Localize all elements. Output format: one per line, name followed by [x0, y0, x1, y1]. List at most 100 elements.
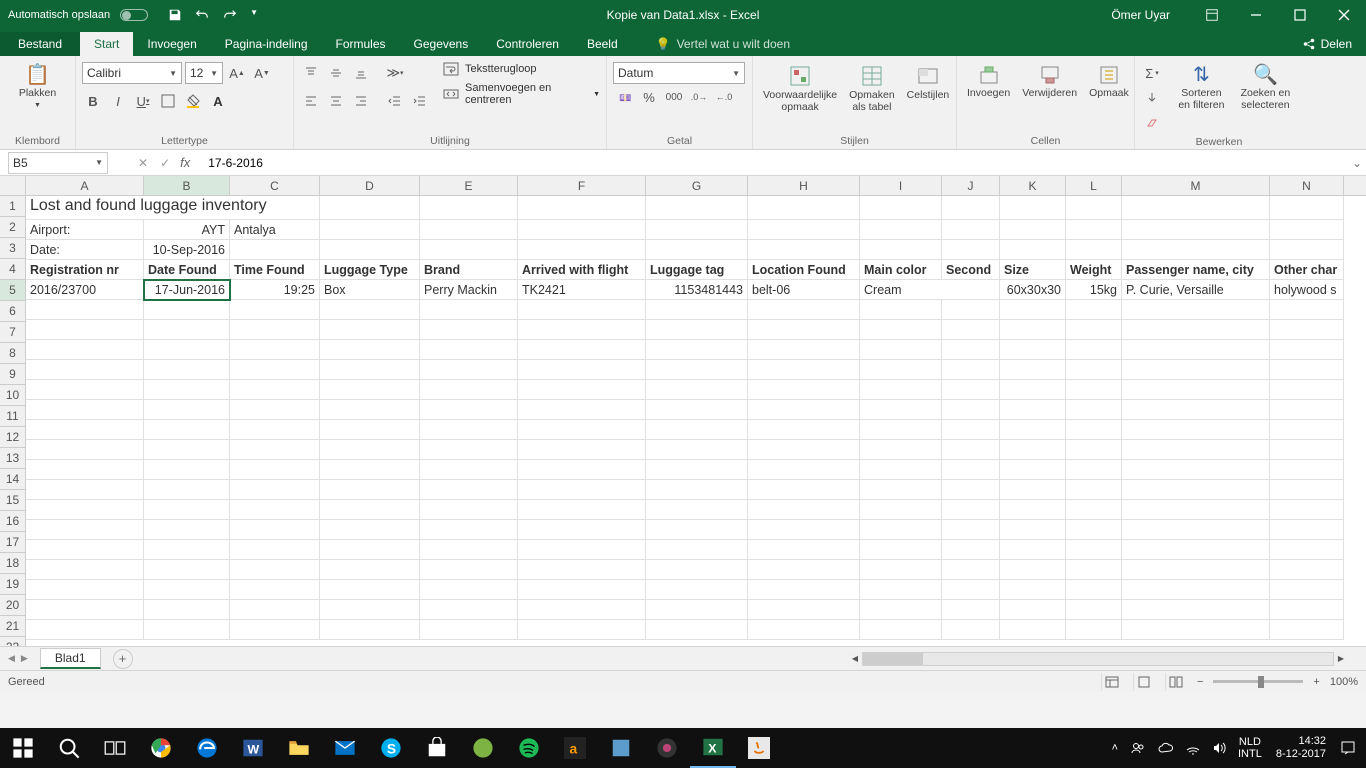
taskbar-app3[interactable] [644, 728, 690, 768]
taskbar-mail[interactable] [322, 728, 368, 768]
tell-me-search[interactable]: 💡 Vertel wat u wilt doen [642, 32, 804, 56]
cell[interactable] [1270, 500, 1344, 520]
cell[interactable]: 15kg [1066, 280, 1122, 300]
cell[interactable] [860, 540, 942, 560]
cell[interactable] [518, 560, 646, 580]
cell[interactable] [1066, 300, 1122, 320]
formula-input[interactable] [202, 156, 1348, 170]
cell[interactable] [26, 480, 144, 500]
cell[interactable] [1066, 340, 1122, 360]
cell[interactable] [646, 320, 748, 340]
cell[interactable] [1122, 600, 1270, 620]
undo-icon[interactable] [194, 8, 210, 22]
italic-button[interactable]: I [107, 90, 129, 112]
tray-onedrive-icon[interactable] [1152, 742, 1180, 754]
cell[interactable] [1066, 460, 1122, 480]
cell[interactable] [320, 460, 420, 480]
cell[interactable]: P. Curie, Versaille [1122, 280, 1270, 300]
cell[interactable]: Date Found [144, 260, 230, 280]
cell[interactable] [230, 440, 320, 460]
cell[interactable] [230, 300, 320, 320]
fx-icon[interactable]: fx [180, 155, 190, 170]
cell[interactable] [420, 520, 518, 540]
cell[interactable] [860, 240, 942, 260]
cell[interactable] [1270, 460, 1344, 480]
cell[interactable] [518, 300, 646, 320]
cell[interactable] [420, 540, 518, 560]
cell[interactable] [1000, 240, 1066, 260]
minimize-button[interactable] [1234, 0, 1278, 30]
cell[interactable] [144, 500, 230, 520]
cell[interactable] [1122, 300, 1270, 320]
row-header[interactable]: 22 [0, 637, 25, 646]
cell[interactable] [860, 500, 942, 520]
cell[interactable] [518, 320, 646, 340]
cell[interactable]: TK2421 [518, 280, 646, 300]
cell[interactable] [1066, 440, 1122, 460]
cell[interactable]: Airport: [26, 220, 144, 240]
cell[interactable] [1066, 480, 1122, 500]
cell[interactable] [1122, 440, 1270, 460]
page-break-view-button[interactable] [1165, 673, 1187, 691]
cell[interactable] [1000, 360, 1066, 380]
cell[interactable] [748, 420, 860, 440]
cell[interactable] [646, 340, 748, 360]
cell[interactable] [518, 240, 646, 260]
taskbar-chrome[interactable] [138, 728, 184, 768]
row-header[interactable]: 6 [0, 301, 25, 322]
cell[interactable] [942, 220, 1000, 240]
font-size-combo[interactable]: 12▼ [185, 62, 223, 84]
cell[interactable] [860, 460, 942, 480]
cell[interactable] [1122, 380, 1270, 400]
cell[interactable] [646, 240, 748, 260]
fill-button[interactable] [1141, 87, 1163, 109]
column-headers[interactable]: ABCDEFGHIJKLMN [26, 176, 1366, 196]
cell[interactable] [1000, 380, 1066, 400]
cell[interactable] [518, 520, 646, 540]
cell[interactable] [1000, 500, 1066, 520]
cell[interactable] [1122, 460, 1270, 480]
cell[interactable]: belt-06 [748, 280, 860, 300]
cell[interactable] [942, 540, 1000, 560]
redo-icon[interactable] [222, 8, 238, 22]
cell[interactable] [320, 240, 420, 260]
orientation-button[interactable]: ≫▾ [384, 62, 406, 84]
cell[interactable]: Arrived with flight [518, 260, 646, 280]
cell[interactable] [748, 520, 860, 540]
column-header[interactable]: M [1122, 176, 1270, 195]
align-top-button[interactable] [300, 62, 322, 84]
cell[interactable] [26, 520, 144, 540]
cell[interactable] [144, 400, 230, 420]
tab-review[interactable]: Controleren [482, 32, 573, 56]
cell[interactable] [518, 196, 646, 220]
cell[interactable]: Date: [26, 240, 144, 260]
cell[interactable] [860, 380, 942, 400]
cell[interactable] [320, 540, 420, 560]
select-all-corner[interactable] [0, 176, 26, 196]
cell[interactable] [1270, 196, 1344, 220]
row-header[interactable]: 10 [0, 385, 25, 406]
row-header[interactable]: 20 [0, 595, 25, 616]
underline-button[interactable]: U▾ [132, 90, 154, 112]
cell[interactable] [1270, 300, 1344, 320]
cell[interactable]: 60x30x30 [1000, 280, 1066, 300]
cell[interactable] [26, 360, 144, 380]
cell[interactable] [320, 600, 420, 620]
cell[interactable] [1066, 500, 1122, 520]
cell[interactable] [320, 620, 420, 640]
cell[interactable] [420, 620, 518, 640]
number-format-combo[interactable]: Datum▼ [613, 62, 745, 84]
row-header[interactable]: 4 [0, 259, 25, 280]
cell[interactable] [1000, 540, 1066, 560]
cell[interactable] [860, 520, 942, 540]
cell[interactable] [1000, 580, 1066, 600]
qat-customize-icon[interactable]: ▼ [250, 8, 258, 22]
cell[interactable] [320, 480, 420, 500]
cell[interactable] [420, 300, 518, 320]
align-middle-button[interactable] [325, 62, 347, 84]
cell[interactable]: Antalya [230, 220, 320, 240]
cell[interactable] [1000, 320, 1066, 340]
cell[interactable] [748, 300, 860, 320]
cell[interactable] [646, 420, 748, 440]
cell[interactable] [942, 560, 1000, 580]
